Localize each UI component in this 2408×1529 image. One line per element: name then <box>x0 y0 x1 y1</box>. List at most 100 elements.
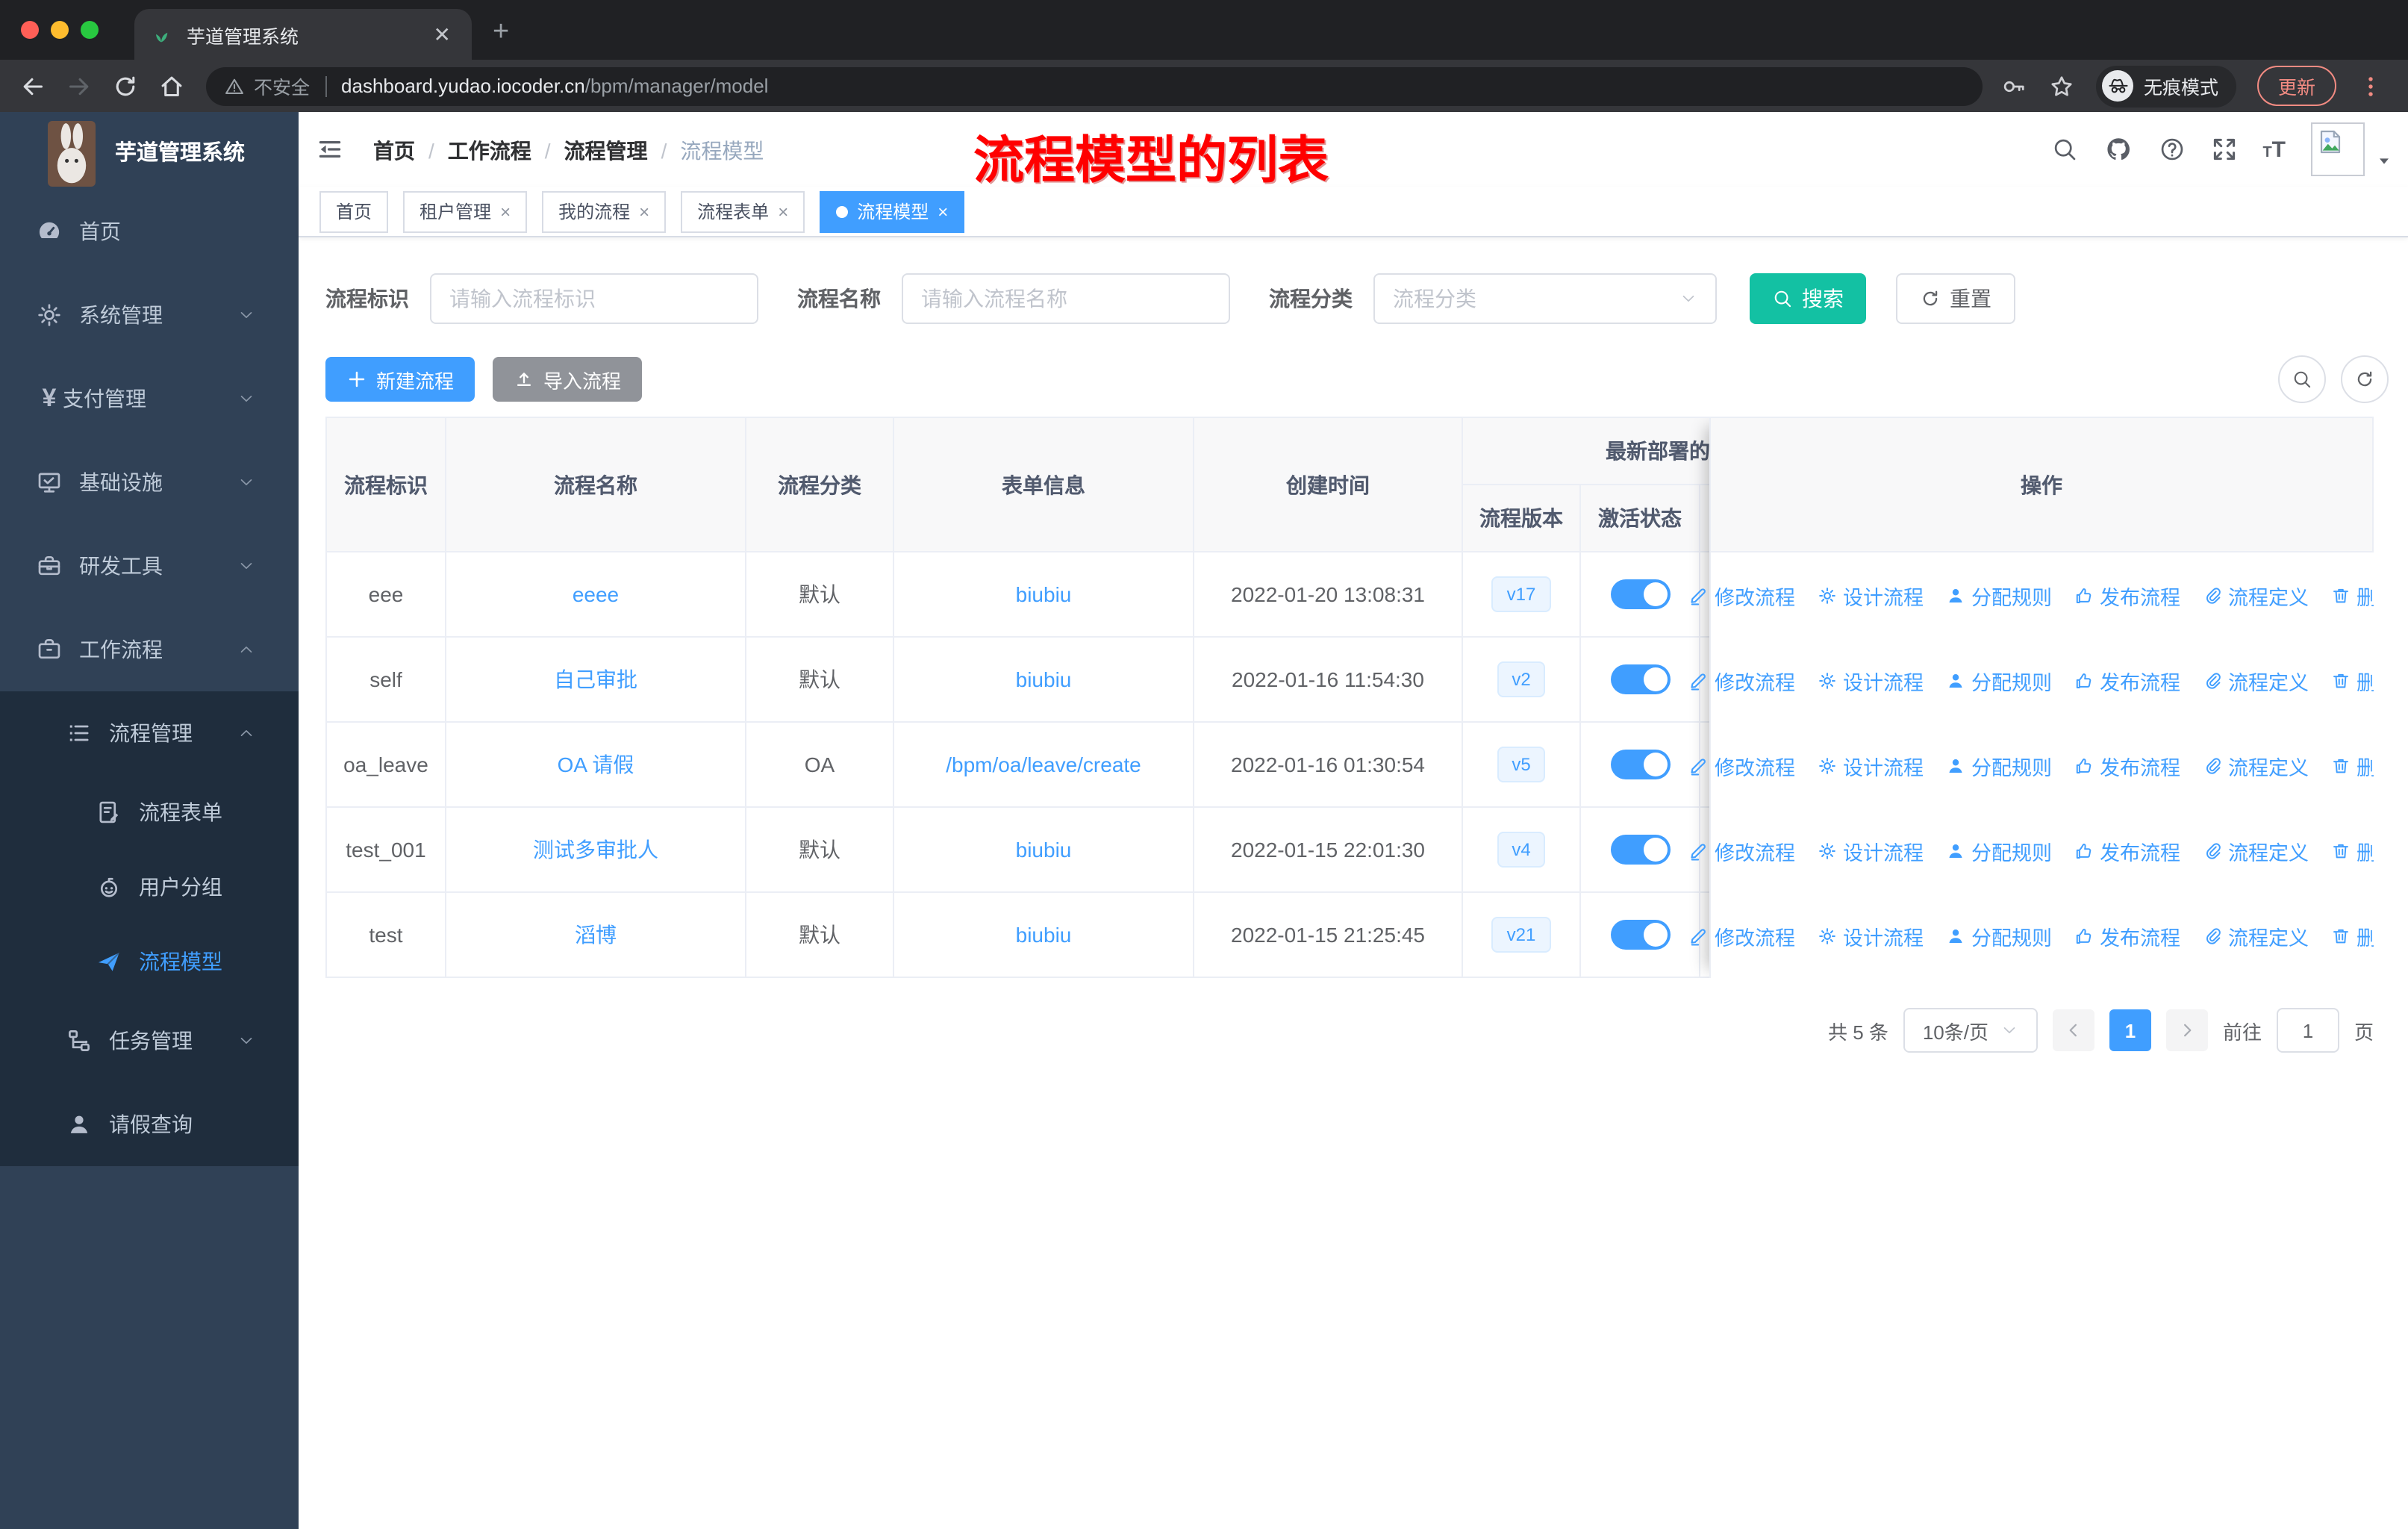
breadcrumb-item[interactable]: 工作流程 <box>448 136 531 166</box>
create-process-button[interactable]: 新建流程 <box>325 357 475 402</box>
form-info-link[interactable]: biubiu <box>1016 582 1072 606</box>
action-trash[interactable]: 删除 <box>2330 750 2374 780</box>
action-clip[interactable]: 流程定义 <box>2201 835 2309 865</box>
tag-close-icon[interactable]: × <box>500 201 511 222</box>
tag-4[interactable]: 流程模型 × <box>820 190 965 232</box>
url-bar[interactable]: 不安全 dashboard.yudao.iocoder.cn/bpm/manag… <box>206 66 1983 105</box>
sidebar-item-0[interactable]: 首页 <box>0 190 299 273</box>
macos-close-button[interactable] <box>21 21 39 39</box>
sidebar-item-9[interactable]: 流程模型 <box>0 924 299 999</box>
macos-minimize-button[interactable] <box>51 21 69 39</box>
tag-close-icon[interactable]: × <box>778 201 788 222</box>
action-gearsm[interactable]: 设计流程 <box>1816 835 1924 865</box>
form-info-link[interactable]: /bpm/oa/leave/create <box>946 753 1141 776</box>
breadcrumb-item[interactable]: 首页 <box>373 136 415 166</box>
active-toggle[interactable] <box>1610 920 1670 950</box>
sidebar-item-2[interactable]: ¥ 支付管理 <box>0 357 299 440</box>
active-toggle[interactable] <box>1610 750 1670 779</box>
process-name-link[interactable]: OA 请假 <box>558 750 634 779</box>
tag-0[interactable]: 首页 <box>319 190 389 232</box>
form-info-link[interactable]: biubiu <box>1016 838 1072 862</box>
process-id-input[interactable]: 请输入流程标识 <box>430 273 758 324</box>
action-thumb[interactable]: 发布流程 <box>2073 835 2180 865</box>
breadcrumb-item[interactable]: 流程管理 <box>564 136 648 166</box>
font-size-icon[interactable]: TT <box>2262 138 2286 161</box>
goto-page-input[interactable]: 1 <box>2276 1008 2339 1053</box>
process-name-link[interactable]: eeee <box>573 582 619 606</box>
process-name-link[interactable]: 自己审批 <box>554 664 637 694</box>
new-tab-button[interactable]: + <box>493 17 509 48</box>
action-user[interactable]: 分配规则 <box>1944 921 2052 950</box>
help-question-icon[interactable] <box>2158 136 2185 163</box>
action-user[interactable]: 分配规则 <box>1944 750 2052 780</box>
github-icon[interactable] <box>2103 134 2133 164</box>
sidebar-item-3[interactable]: 基础设施 <box>0 440 299 524</box>
tag-2[interactable]: 我的流程 × <box>542 190 667 232</box>
prev-page-button[interactable] <box>2052 1009 2094 1051</box>
action-user[interactable]: 分配规则 <box>1944 665 2052 695</box>
action-clip[interactable]: 流程定义 <box>2201 921 2309 950</box>
action-thumb[interactable]: 发布流程 <box>2073 580 2180 610</box>
next-page-button[interactable] <box>2165 1009 2208 1051</box>
action-pencil[interactable]: 修改流程 <box>1688 835 1795 865</box>
reset-button[interactable]: 重置 <box>1896 273 2015 324</box>
avatar-caret-down-icon[interactable] <box>2375 152 2393 170</box>
action-pencil[interactable]: 修改流程 <box>1688 580 1795 610</box>
action-clip[interactable]: 流程定义 <box>2201 580 2309 610</box>
sidebar-item-11[interactable]: 请假查询 <box>0 1083 299 1166</box>
action-gearsm[interactable]: 设计流程 <box>1816 921 1924 950</box>
page-1-button[interactable]: 1 <box>2109 1009 2151 1051</box>
sidebar-item-4[interactable]: 研发工具 <box>0 524 299 608</box>
action-clip[interactable]: 流程定义 <box>2201 750 2309 780</box>
action-thumb[interactable]: 发布流程 <box>2073 750 2180 780</box>
action-pencil[interactable]: 修改流程 <box>1688 750 1795 780</box>
action-user[interactable]: 分配规则 <box>1944 580 2052 610</box>
process-name-input[interactable]: 请输入流程名称 <box>902 273 1230 324</box>
tag-close-icon[interactable]: × <box>639 201 649 222</box>
form-info-link[interactable]: biubiu <box>1016 923 1072 947</box>
page-size-select[interactable]: 10条/页 <box>1903 1008 2038 1053</box>
macos-zoom-button[interactable] <box>81 21 99 39</box>
sidebar-item-8[interactable]: 用户分组 <box>0 850 299 924</box>
refresh-table-button[interactable] <box>2341 355 2389 403</box>
sidebar-item-10[interactable]: 任务管理 <box>0 999 299 1083</box>
browser-menu-kebab-icon[interactable] <box>2357 72 2384 99</box>
action-pencil[interactable]: 修改流程 <box>1688 921 1795 950</box>
action-pencil[interactable]: 修改流程 <box>1688 665 1795 695</box>
sidebar-logo[interactable]: 芋道管理系统 <box>0 112 299 190</box>
bookmark-star-icon[interactable] <box>2048 72 2075 99</box>
form-info-link[interactable]: biubiu <box>1016 667 1072 691</box>
tag-3[interactable]: 流程表单 × <box>681 190 805 232</box>
active-toggle[interactable] <box>1610 579 1670 609</box>
fullscreen-icon[interactable] <box>2210 136 2237 163</box>
tag-close-icon[interactable]: × <box>938 201 948 222</box>
sidebar-item-6[interactable]: 流程管理 <box>0 691 299 775</box>
tag-1[interactable]: 租户管理 × <box>403 190 528 232</box>
action-thumb[interactable]: 发布流程 <box>2073 921 2180 950</box>
action-thumb[interactable]: 发布流程 <box>2073 665 2180 695</box>
sidebar-item-1[interactable]: 系统管理 <box>0 273 299 357</box>
sidebar-collapse-icon[interactable] <box>316 136 343 163</box>
chrome-update-button[interactable]: 更新 <box>2257 66 2337 106</box>
forward-icon[interactable] <box>66 72 93 99</box>
action-trash[interactable]: 删除 <box>2330 921 2374 950</box>
key-icon[interactable] <box>2000 72 2027 99</box>
import-process-button[interactable]: 导入流程 <box>493 357 643 402</box>
action-trash[interactable]: 删除 <box>2330 665 2374 695</box>
sidebar-item-5[interactable]: 工作流程 <box>0 608 299 691</box>
header-search-icon[interactable] <box>2050 136 2077 163</box>
back-icon[interactable] <box>19 72 46 99</box>
process-name-link[interactable]: 测试多审批人 <box>533 835 658 865</box>
tab-close-icon[interactable]: ✕ <box>428 22 457 47</box>
browser-tab[interactable]: 芋道管理系统 ✕ <box>134 9 472 60</box>
action-trash[interactable]: 删除 <box>2330 580 2374 610</box>
process-name-link[interactable]: 滔博 <box>575 920 617 950</box>
reload-icon[interactable] <box>112 72 139 99</box>
action-trash[interactable]: 删除 <box>2330 835 2374 865</box>
home-icon[interactable] <box>158 72 185 99</box>
user-avatar[interactable] <box>2311 122 2365 176</box>
action-gearsm[interactable]: 设计流程 <box>1816 665 1924 695</box>
action-gearsm[interactable]: 设计流程 <box>1816 580 1924 610</box>
action-clip[interactable]: 流程定义 <box>2201 665 2309 695</box>
action-user[interactable]: 分配规则 <box>1944 835 2052 865</box>
